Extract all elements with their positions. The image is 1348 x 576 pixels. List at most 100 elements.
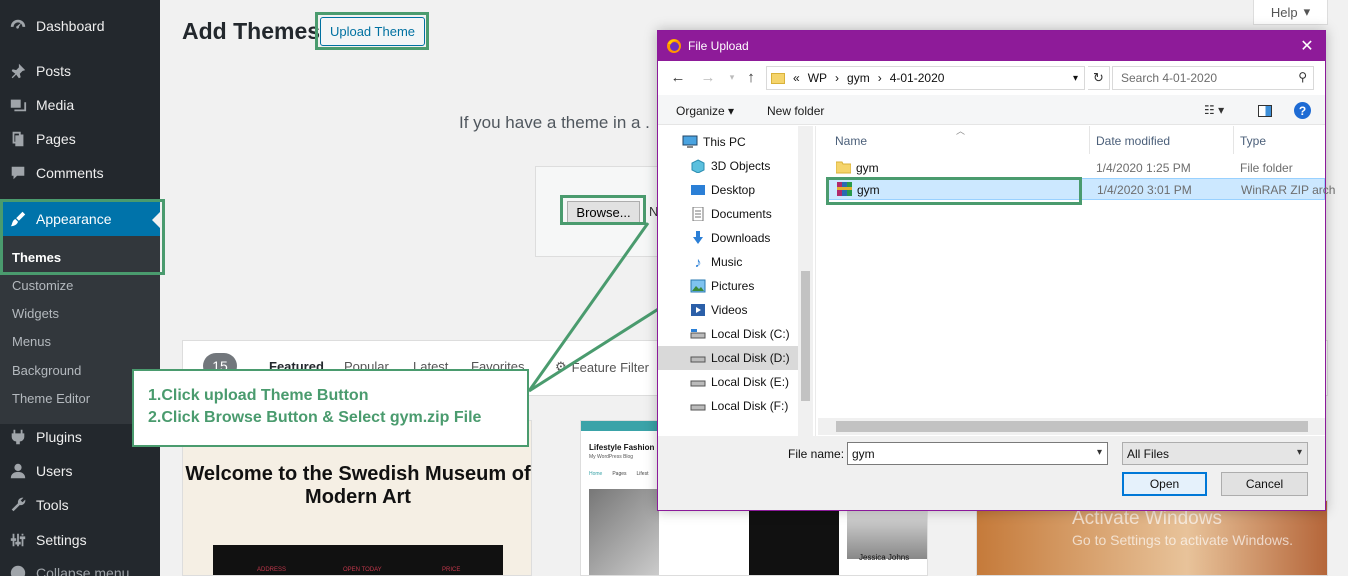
file-type-select[interactable]: All Files ▾	[1122, 442, 1308, 465]
nav-label: Downloads	[711, 231, 771, 245]
forward-button[interactable]: →	[699, 68, 717, 86]
nav-scrollbar-thumb[interactable]	[801, 271, 810, 401]
dialog-title: File Upload	[688, 39, 749, 53]
open-button[interactable]: Open	[1122, 472, 1207, 496]
menu-label: Appearance	[36, 211, 112, 227]
file-type-value: All Files	[1127, 446, 1170, 461]
theme-preview-label: ADDRESS	[257, 567, 287, 573]
nav-label: Local Disk (D:)	[711, 351, 790, 365]
chevron-down-icon[interactable]: ▾	[1097, 447, 1102, 458]
address-bar[interactable]: « WP › gym › 4-01-2020 ▾	[766, 66, 1085, 90]
submenu-background[interactable]: Background	[12, 363, 81, 378]
upload-theme-button[interactable]: Upload Theme	[320, 17, 425, 46]
menu-label: Comments	[36, 165, 104, 181]
disk-icon	[690, 399, 706, 413]
file-name: gym	[857, 183, 880, 197]
desktop-icon	[690, 183, 706, 197]
refresh-icon[interactable]: ↻	[1088, 66, 1110, 90]
annotation-step-2: 2.Click Browse Button & Select gym.zip F…	[148, 409, 482, 426]
new-folder-button[interactable]: New folder	[767, 104, 824, 118]
pages-icon	[8, 129, 28, 149]
theme-preview-author: Jessica Johns	[859, 553, 910, 562]
feature-filter-button[interactable]: ⚙ Feature Filter	[555, 359, 649, 375]
activate-windows-subtitle: Go to Settings to activate Windows.	[1072, 532, 1293, 548]
breadcrumb-overflow[interactable]: «	[793, 71, 800, 85]
breadcrumb-gym[interactable]: gym	[847, 71, 870, 85]
download-icon	[690, 231, 706, 245]
column-type[interactable]: Type	[1240, 134, 1266, 148]
preview-pane-icon[interactable]	[1258, 105, 1272, 117]
chevron-down-icon[interactable]: ▾	[1073, 73, 1078, 84]
submenu-widgets[interactable]: Widgets	[12, 306, 59, 321]
file-row-folder[interactable]: gym 1/4/2020 1:25 PM File folder	[826, 157, 1325, 179]
settings-icon	[8, 530, 28, 550]
cancel-button[interactable]: Cancel	[1221, 472, 1308, 496]
browse-button[interactable]: Browse...	[567, 201, 640, 223]
submenu-themes[interactable]: Themes	[12, 250, 61, 265]
theme-preview-nav-item: Lifest	[636, 471, 649, 477]
column-name[interactable]: Name	[835, 134, 867, 148]
disk-icon	[690, 375, 706, 389]
dialog-toolbar: Organize ▾ New folder ☷ ▾ ?	[658, 95, 1325, 125]
menu-label: Media	[36, 97, 75, 113]
menu-users[interactable]: Users	[0, 454, 160, 488]
back-button[interactable]: ←	[669, 68, 687, 86]
instruction-annotation: 1.Click upload Theme Button 2.Click Brow…	[132, 369, 529, 447]
menu-pages[interactable]: Pages	[0, 122, 160, 156]
nav-label: Local Disk (E:)	[711, 375, 790, 389]
submenu-theme-editor[interactable]: Theme Editor	[12, 391, 90, 406]
chevron-down-icon: ▾	[1296, 447, 1302, 458]
breadcrumb-wp[interactable]: WP	[808, 71, 827, 85]
help-icon[interactable]: ?	[1294, 102, 1311, 119]
search-input[interactable]: Search 4-01-2020 ⚲	[1112, 66, 1314, 90]
menu-settings[interactable]: Settings	[0, 523, 160, 557]
file-name-value: gym	[852, 446, 875, 461]
breadcrumb-date[interactable]: 4-01-2020	[890, 71, 945, 85]
column-divider	[1089, 126, 1090, 154]
dialog-titlebar[interactable]: File Upload ✕	[658, 31, 1325, 61]
menu-comments[interactable]: Comments	[0, 156, 160, 190]
dashboard-icon	[8, 16, 28, 36]
help-tab[interactable]: Help ▾	[1253, 0, 1328, 25]
file-row-zip[interactable]: gym 1/4/2020 3:01 PM WinRAR ZIP arch	[826, 178, 1335, 200]
sort-up-icon: ︿	[956, 126, 966, 136]
menu-collapse[interactable]: Collapse menu	[0, 556, 160, 576]
brush-icon	[8, 209, 28, 229]
pane-divider	[815, 126, 816, 436]
file-name: gym	[856, 161, 879, 175]
theme-preview-label: OPEN TODAY	[343, 567, 382, 573]
collapse-icon	[8, 563, 28, 576]
nav-label: This PC	[703, 135, 746, 149]
nav-label: Pictures	[711, 279, 755, 293]
file-list-scrollbar-thumb[interactable]	[836, 421, 1308, 432]
nav-disk-d[interactable]: Local Disk (D:)	[658, 346, 798, 370]
column-date[interactable]: Date modified	[1096, 134, 1170, 148]
close-icon[interactable]: ✕	[1297, 36, 1317, 56]
up-button[interactable]: ↑	[742, 68, 760, 86]
menu-label: Settings	[36, 532, 87, 548]
menu-media[interactable]: Media	[0, 88, 160, 122]
comment-icon	[8, 163, 28, 183]
menu-posts[interactable]: Posts	[0, 54, 160, 88]
menu-dashboard[interactable]: Dashboard	[0, 9, 160, 43]
organize-button[interactable]: Organize ▾	[676, 104, 734, 118]
file-type: File folder	[1240, 161, 1293, 175]
document-icon	[690, 207, 706, 221]
user-icon	[8, 461, 28, 481]
pin-icon	[8, 61, 28, 81]
view-options-icon[interactable]: ☷ ▾	[1204, 103, 1224, 117]
submenu-menus[interactable]: Menus	[12, 334, 51, 349]
file-name-input[interactable]: gym ▾	[847, 442, 1108, 465]
menu-appearance[interactable]: Appearance	[0, 202, 160, 236]
firefox-icon	[667, 39, 681, 53]
active-arrow	[152, 212, 160, 228]
menu-label: Pages	[36, 131, 76, 147]
submenu-customize[interactable]: Customize	[12, 278, 73, 293]
column-divider	[1233, 126, 1234, 154]
breadcrumb-sep: ›	[877, 71, 882, 85]
menu-tools[interactable]: Tools	[0, 488, 160, 522]
admin-sidebar: Dashboard Posts Media Pages Comments App…	[0, 0, 160, 576]
recent-dropdown[interactable]: ▾	[723, 68, 741, 86]
folder-icon	[836, 161, 851, 174]
folder-icon	[771, 72, 785, 84]
